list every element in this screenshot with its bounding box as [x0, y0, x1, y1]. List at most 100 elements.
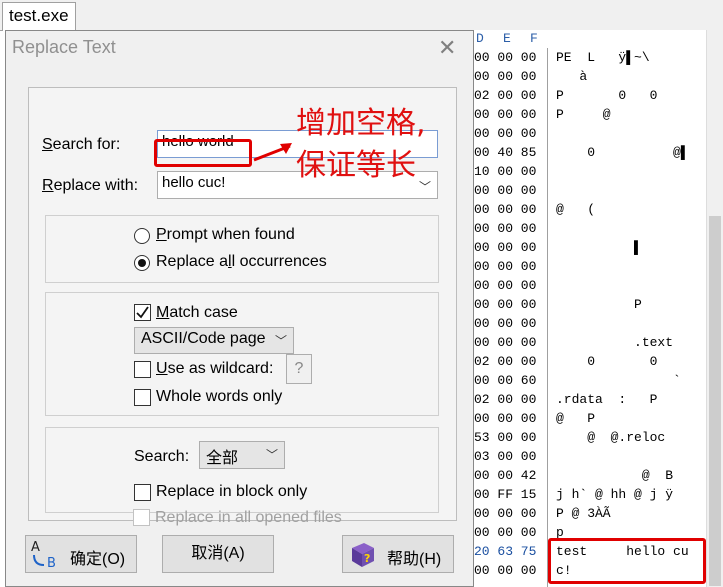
- hex-text[interactable]: @ (: [556, 200, 595, 219]
- chevron-down-icon: ﹀: [274, 334, 287, 348]
- search-scope-label: Search:: [134, 448, 190, 465]
- block-only-checkbox[interactable]: [134, 484, 151, 501]
- hex-bytes[interactable]: 10 00 00: [474, 162, 536, 181]
- prompt-label: Prompt when found: [156, 226, 295, 243]
- hex-text[interactable]: `: [556, 371, 681, 390]
- search-for-label: Search for:: [42, 136, 121, 153]
- svg-text:?: ?: [364, 552, 370, 565]
- hex-bytes[interactable]: 00 00 00: [474, 67, 536, 86]
- help-button[interactable]: ? 帮助(H): [342, 535, 454, 573]
- hex-bytes[interactable]: 00 00 00: [474, 124, 536, 143]
- hex-bytes[interactable]: 00 00 00: [474, 219, 536, 238]
- vertical-scrollbar[interactable]: [706, 30, 723, 587]
- match-case-label: Match case: [156, 304, 238, 321]
- block-only-label: Replace in block only: [156, 483, 308, 500]
- ok-button[interactable]: A B 确定(O): [25, 535, 137, 573]
- search-scope-select[interactable]: 全部 ﹀: [199, 441, 285, 469]
- chevron-down-icon[interactable]: ﹀: [419, 178, 431, 195]
- hex-bytes[interactable]: 00 00 00: [474, 181, 536, 200]
- ok-label: 确定(O): [70, 551, 126, 568]
- hex-bytes[interactable]: 00 00 00: [474, 523, 536, 542]
- help-book-icon: ?: [352, 543, 374, 567]
- wildcard-help-button[interactable]: ?: [286, 354, 312, 384]
- whole-words-label: Whole words only: [156, 388, 283, 405]
- hex-bytes[interactable]: 00 00 00: [474, 409, 536, 428]
- hex-bytes[interactable]: 00 40 85: [474, 143, 536, 162]
- hex-text[interactable]: à: [556, 67, 587, 86]
- column-header: F: [530, 31, 538, 46]
- red-arrow-icon: [253, 143, 292, 162]
- replace-ab-icon: A B: [31, 540, 56, 570]
- replace-with-value: hello cuc!: [162, 174, 226, 191]
- replace-mode-group: Prompt when found Replace all occurrence…: [45, 215, 439, 283]
- hex-text-divider: [547, 48, 548, 587]
- search-scope-value: 全部: [206, 450, 239, 467]
- hex-bytes[interactable]: 00 00 00: [474, 276, 536, 295]
- hex-text[interactable]: P 0 0: [556, 86, 657, 105]
- hex-bytes[interactable]: 00 00 00: [474, 561, 536, 580]
- hex-text[interactable]: @ P: [556, 409, 595, 428]
- hex-bytes[interactable]: 00 00 00: [474, 295, 536, 314]
- svg-text:B: B: [47, 556, 56, 570]
- replaced-text-highlight: [548, 538, 706, 584]
- all-files-checkbox[interactable]: [133, 509, 150, 526]
- hex-text[interactable]: 0 @▌: [556, 143, 688, 162]
- column-header: D: [476, 31, 484, 46]
- hex-text[interactable]: j h` @ hh @ j ÿ: [556, 485, 673, 504]
- hex-text[interactable]: ▌: [556, 238, 642, 257]
- scrollbar-thumb[interactable]: [709, 216, 721, 586]
- hex-text[interactable]: P @ 3ÀÃ: [556, 504, 611, 523]
- encoding-select[interactable]: ASCII/Code page ﹀: [134, 327, 294, 354]
- wildcard-label: Use as wildcard:: [156, 360, 274, 377]
- all-files-label: Replace in all opened files: [155, 509, 342, 526]
- hex-bytes[interactable]: 00 00 00: [474, 238, 536, 257]
- hex-text[interactable]: .rdata : P: [556, 390, 657, 409]
- hex-column-header: D E F: [466, 30, 723, 48]
- prompt-radio[interactable]: [134, 228, 150, 244]
- hex-editor: D E F 00 00 00 PE L ÿ▌~\ 00 00 00 à 02 00 0…: [466, 30, 723, 587]
- dialog-title: Replace Text: [12, 37, 116, 57]
- hex-bytes[interactable]: 00 00 00: [474, 48, 536, 67]
- hex-bytes[interactable]: 53 00 00: [474, 428, 536, 447]
- tab-bar: test.exe: [0, 0, 723, 31]
- whole-words-checkbox[interactable]: [134, 389, 151, 406]
- file-tab[interactable]: test.exe: [2, 2, 76, 31]
- hex-bytes[interactable]: 00 00 00: [474, 257, 536, 276]
- hex-text[interactable]: 0 0: [556, 352, 657, 371]
- replace-with-label: Replace with:: [42, 177, 139, 194]
- hex-text[interactable]: .text: [556, 333, 673, 352]
- chevron-down-icon: ﹀: [265, 448, 278, 462]
- column-header: E: [503, 31, 511, 46]
- hex-text[interactable]: P: [556, 295, 642, 314]
- replace-all-radio[interactable]: [134, 255, 150, 271]
- annotation-line-2: 保证等长: [296, 148, 416, 183]
- search-scope-group: Search: 全部 ﹀ Replace in block only: [45, 427, 439, 513]
- hex-bytes[interactable]: 02 00 00: [474, 390, 536, 409]
- checkmark-icon: [136, 306, 149, 319]
- match-options-group: Match case ASCII/Code page ﹀ Use as wild…: [45, 292, 439, 416]
- hex-bytes[interactable]: 00 00 00: [474, 504, 536, 523]
- hex-bytes[interactable]: 20 63 75: [474, 542, 536, 561]
- encoding-value: ASCII/Code page: [141, 330, 266, 347]
- hex-bytes[interactable]: 00 00 42: [474, 466, 536, 485]
- hex-text[interactable]: PE L ÿ▌~\: [556, 48, 650, 67]
- hex-bytes[interactable]: 00 00 00: [474, 200, 536, 219]
- hex-bytes[interactable]: 00 00 60: [474, 371, 536, 390]
- hex-bytes[interactable]: 00 00 00: [474, 314, 536, 333]
- wildcard-checkbox[interactable]: [134, 361, 151, 378]
- svg-text:A: A: [31, 540, 40, 555]
- cancel-button[interactable]: 取消(A): [162, 535, 274, 573]
- hex-bytes[interactable]: 03 00 00: [474, 447, 536, 466]
- hex-bytes[interactable]: 00 00 00: [474, 105, 536, 124]
- hex-bytes[interactable]: 02 00 00: [474, 352, 536, 371]
- hex-bytes[interactable]: 00 FF 15: [474, 485, 536, 504]
- close-icon[interactable]: ✕: [438, 35, 456, 61]
- hex-bytes[interactable]: 02 00 00: [474, 86, 536, 105]
- help-label: 帮助(H): [387, 551, 442, 568]
- hex-text[interactable]: @ B: [556, 466, 673, 485]
- hex-text[interactable]: @ @.reloc: [556, 428, 665, 447]
- hex-bytes[interactable]: 00 00 00: [474, 333, 536, 352]
- annotation-line-1: 增加空格,: [296, 106, 426, 141]
- match-case-checkbox[interactable]: [134, 304, 151, 321]
- hex-text[interactable]: P @: [556, 105, 611, 124]
